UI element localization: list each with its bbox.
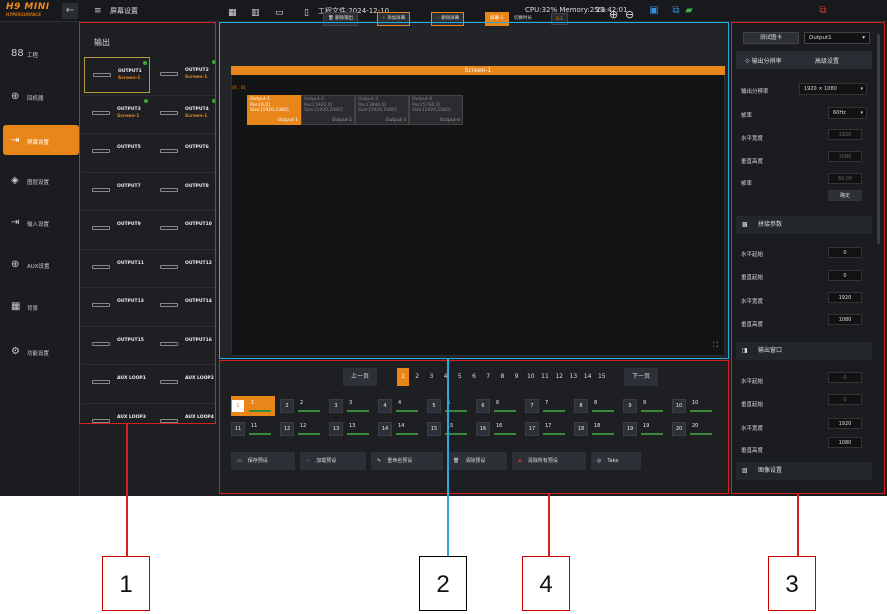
sidebar-item-input-settings[interactable]: ⇥ 输入设置 <box>0 207 80 239</box>
zoom-in-icon[interactable]: ⊕ <box>609 8 618 22</box>
callout-1: 1 <box>102 556 150 611</box>
aux-icon: ⊕ <box>11 259 20 270</box>
logo-text: H9 MINI <box>6 2 50 12</box>
layout-grid-icon[interactable]: ▦ <box>228 8 237 22</box>
button-label: 删除输出 <box>335 16 354 21</box>
callout-line-4 <box>548 494 550 556</box>
screen-icon: ⇥ <box>11 135 20 146</box>
sidebar-item-label: 屏幕设置 <box>27 140 50 146</box>
button-label: 删除屏幕 <box>441 16 460 21</box>
sidebar-item-label: AUX设置 <box>27 264 50 270</box>
sidebar-item-aux-settings[interactable]: ⊕ AUX设置 <box>0 249 80 281</box>
device-icon[interactable]: ▰ <box>683 5 695 16</box>
background-icon: ▦ <box>11 301 21 312</box>
sidebar-item-project[interactable]: 88 工程 <box>0 38 80 70</box>
annotation-box-4 <box>219 360 729 494</box>
layers-icon: ◈ <box>11 175 19 186</box>
back-button[interactable]: ← <box>62 3 78 19</box>
sidebar-item-label: 背景 <box>27 306 39 312</box>
network-icon[interactable]: ⧉ <box>670 5 682 16</box>
gear-icon: ⚙ <box>11 346 20 357</box>
logo: H9 MINI HYPERSURFACE <box>6 3 56 19</box>
layout-columns-icon[interactable]: ▥ <box>251 8 260 22</box>
disconnect-icon[interactable]: ⧉ <box>817 5 829 16</box>
menu-icon[interactable]: ≡ <box>94 6 102 16</box>
annotation-box-1 <box>79 22 216 424</box>
sidebar-item-label: 功能设置 <box>27 351 50 357</box>
save-icon[interactable]: ▣ <box>648 5 660 16</box>
callout-3: 3 <box>768 556 816 611</box>
sidebar-item-label: 工程 <box>27 53 39 59</box>
sidebar-item-label: 回机器 <box>27 96 44 102</box>
sidebar-item-function-settings[interactable]: ⚙ 功能设置 <box>0 336 80 368</box>
page-title: 屏幕设置 <box>110 7 138 15</box>
sidebar-item-screen-settings[interactable]: ⇥ 屏幕设置 <box>3 125 79 155</box>
annotation-box-2 <box>219 22 729 359</box>
layout-row-icon[interactable]: ▭ <box>275 8 284 22</box>
layout-column-icon[interactable]: ▯ <box>304 8 309 22</box>
sidebar-item-layer-settings[interactable]: ◈ 图层设置 <box>0 165 80 197</box>
logo-subtext: HYPERSURFACE <box>6 12 42 17</box>
sidebar-item-label: 输入设置 <box>27 222 50 228</box>
sidebar-item-machine[interactable]: ⊕ 回机器 <box>0 81 80 113</box>
callout-line-2 <box>447 359 449 556</box>
annotation-box-3 <box>731 22 885 494</box>
button-label: 添加屏幕 <box>387 16 406 21</box>
grid-icon: 88 <box>11 48 24 59</box>
sidebar-item-background[interactable]: ▦ 背景 <box>0 291 80 323</box>
target-icon: ⊕ <box>11 91 20 102</box>
callout-2: 2 <box>419 556 467 611</box>
zoom-out-icon[interactable]: ⊖ <box>625 8 634 22</box>
callout-line-3 <box>797 494 799 556</box>
callout-4: 4 <box>522 556 570 611</box>
sidebar-item-label: 图层设置 <box>27 180 50 186</box>
input-icon: ⇥ <box>11 217 20 228</box>
callout-line-1 <box>126 424 128 556</box>
